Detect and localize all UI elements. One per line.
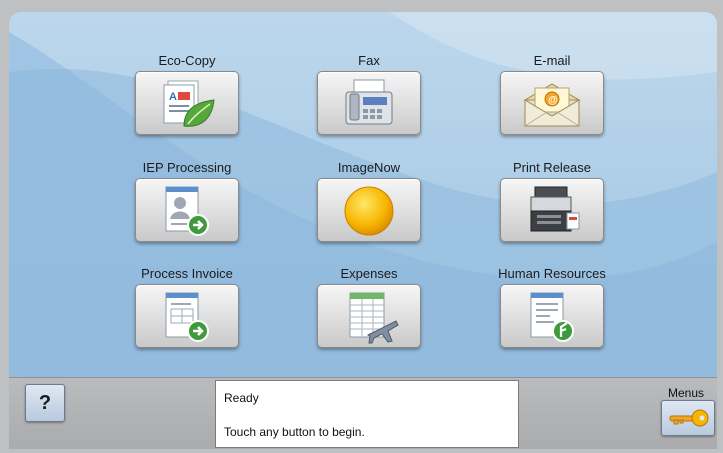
tile-process-invoice[interactable]: Process Invoice [107, 265, 267, 348]
tile-label: Print Release [512, 160, 592, 175]
eco-copy-icon: A [163, 80, 215, 127]
tile-label: IEP Processing [142, 160, 232, 175]
tile-label: Human Resources [498, 266, 606, 281]
tile-label: Eco-Copy [158, 53, 216, 68]
fax-button[interactable] [317, 71, 421, 135]
tile-iep-processing[interactable]: IEP Processing [107, 159, 267, 242]
status-line-instruction: Touch any button to begin. [224, 425, 365, 439]
imagenow-button[interactable] [317, 178, 421, 242]
print-release-button[interactable] [500, 178, 604, 242]
tile-label: Fax [358, 53, 380, 68]
menus-label: Menus [668, 386, 705, 400]
tile-imagenow[interactable]: ImageNow [289, 159, 449, 242]
svg-text:@: @ [548, 95, 558, 106]
tile-label: ImageNow [337, 160, 401, 175]
fax-icon [345, 79, 393, 125]
email-button[interactable]: @ [500, 71, 604, 135]
process-invoice-button[interactable] [135, 284, 239, 348]
expenses-icon [349, 292, 399, 344]
human-resources-icon [530, 292, 574, 342]
process-invoice-icon [165, 292, 209, 342]
email-icon: @ [523, 83, 581, 127]
tile-label: Process Invoice [141, 266, 233, 281]
tile-label: E-mail [533, 53, 571, 68]
menus-button[interactable] [661, 400, 715, 436]
tile-print-release[interactable]: Print Release [472, 159, 632, 242]
imagenow-icon [344, 186, 394, 236]
iep-processing-button[interactable] [135, 178, 239, 242]
help-button[interactable]: ? [25, 384, 65, 422]
iep-processing-icon [165, 186, 209, 236]
tile-fax[interactable]: Fax [289, 52, 449, 135]
status-line-ready: Ready [224, 391, 259, 405]
eco-copy-button[interactable]: A [135, 71, 239, 135]
tile-eco-copy[interactable]: Eco-Copy A [107, 52, 267, 135]
status-message-box: Ready Touch any button to begin. [215, 380, 519, 448]
tile-email[interactable]: E-mail @ [472, 52, 632, 135]
status-bar: ? Ready Touch any button to begin. Menus [9, 377, 717, 449]
device-frame: Eco-Copy A Fax E-mail @ IEP Processing I… [0, 0, 723, 453]
tile-expenses[interactable]: Expenses [289, 265, 449, 348]
printer-icon [530, 186, 580, 232]
tile-human-resources[interactable]: Human Resources [472, 265, 632, 348]
tile-label: Expenses [340, 266, 398, 281]
svg-text:A: A [169, 91, 177, 103]
human-resources-button[interactable] [500, 284, 604, 348]
expenses-button[interactable] [317, 284, 421, 348]
key-icon [669, 409, 709, 427]
